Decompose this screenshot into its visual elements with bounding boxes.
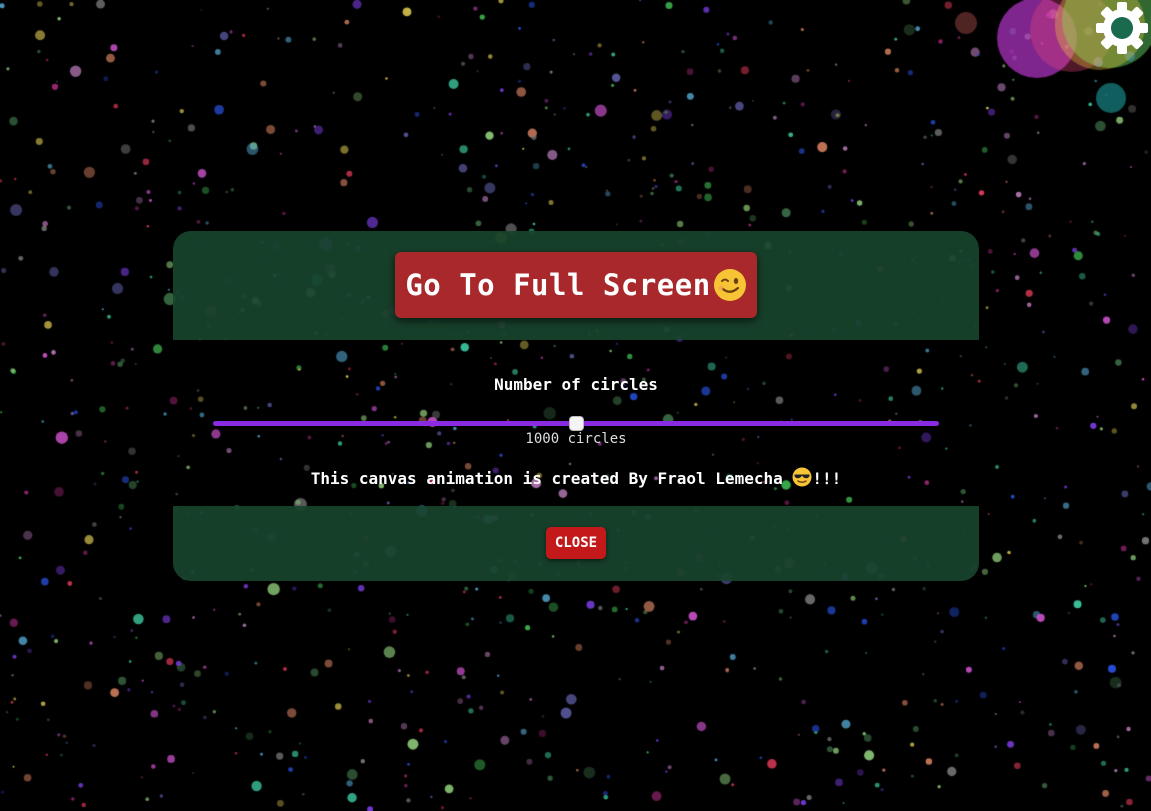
credit-text: This canvas animation is created By Frao…	[310, 469, 783, 488]
sunglasses-face-icon	[792, 467, 812, 487]
credit-suffix: !!!	[812, 469, 842, 488]
circle-count-value: 1000	[525, 431, 560, 447]
modal-body: Number of circles 1000 circles This canv…	[173, 340, 979, 506]
fullscreen-label: Go To Full Screen	[405, 268, 711, 302]
credit-line: This canvas animation is created By Frao…	[173, 467, 979, 488]
slider-thumb[interactable]	[569, 416, 584, 431]
modal-header: Go To Full Screen	[173, 231, 979, 340]
app-stage: Go To Full Screen Number of circles 1000	[0, 0, 1151, 811]
modal-footer: CLOSE	[173, 506, 979, 581]
slider-label: Number of circles	[494, 375, 658, 394]
circle-count-unit: circles	[567, 431, 627, 447]
gear-icon	[1094, 0, 1150, 56]
settings-modal: Go To Full Screen Number of circles 1000	[173, 231, 979, 581]
settings-gear-button[interactable]	[1094, 0, 1150, 56]
circle-count-slider[interactable]	[213, 416, 939, 431]
fullscreen-button[interactable]: Go To Full Screen	[395, 252, 757, 318]
winking-face-icon	[713, 268, 747, 302]
close-button[interactable]: CLOSE	[546, 527, 606, 559]
circle-count-readout: 1000 circles	[173, 431, 979, 447]
